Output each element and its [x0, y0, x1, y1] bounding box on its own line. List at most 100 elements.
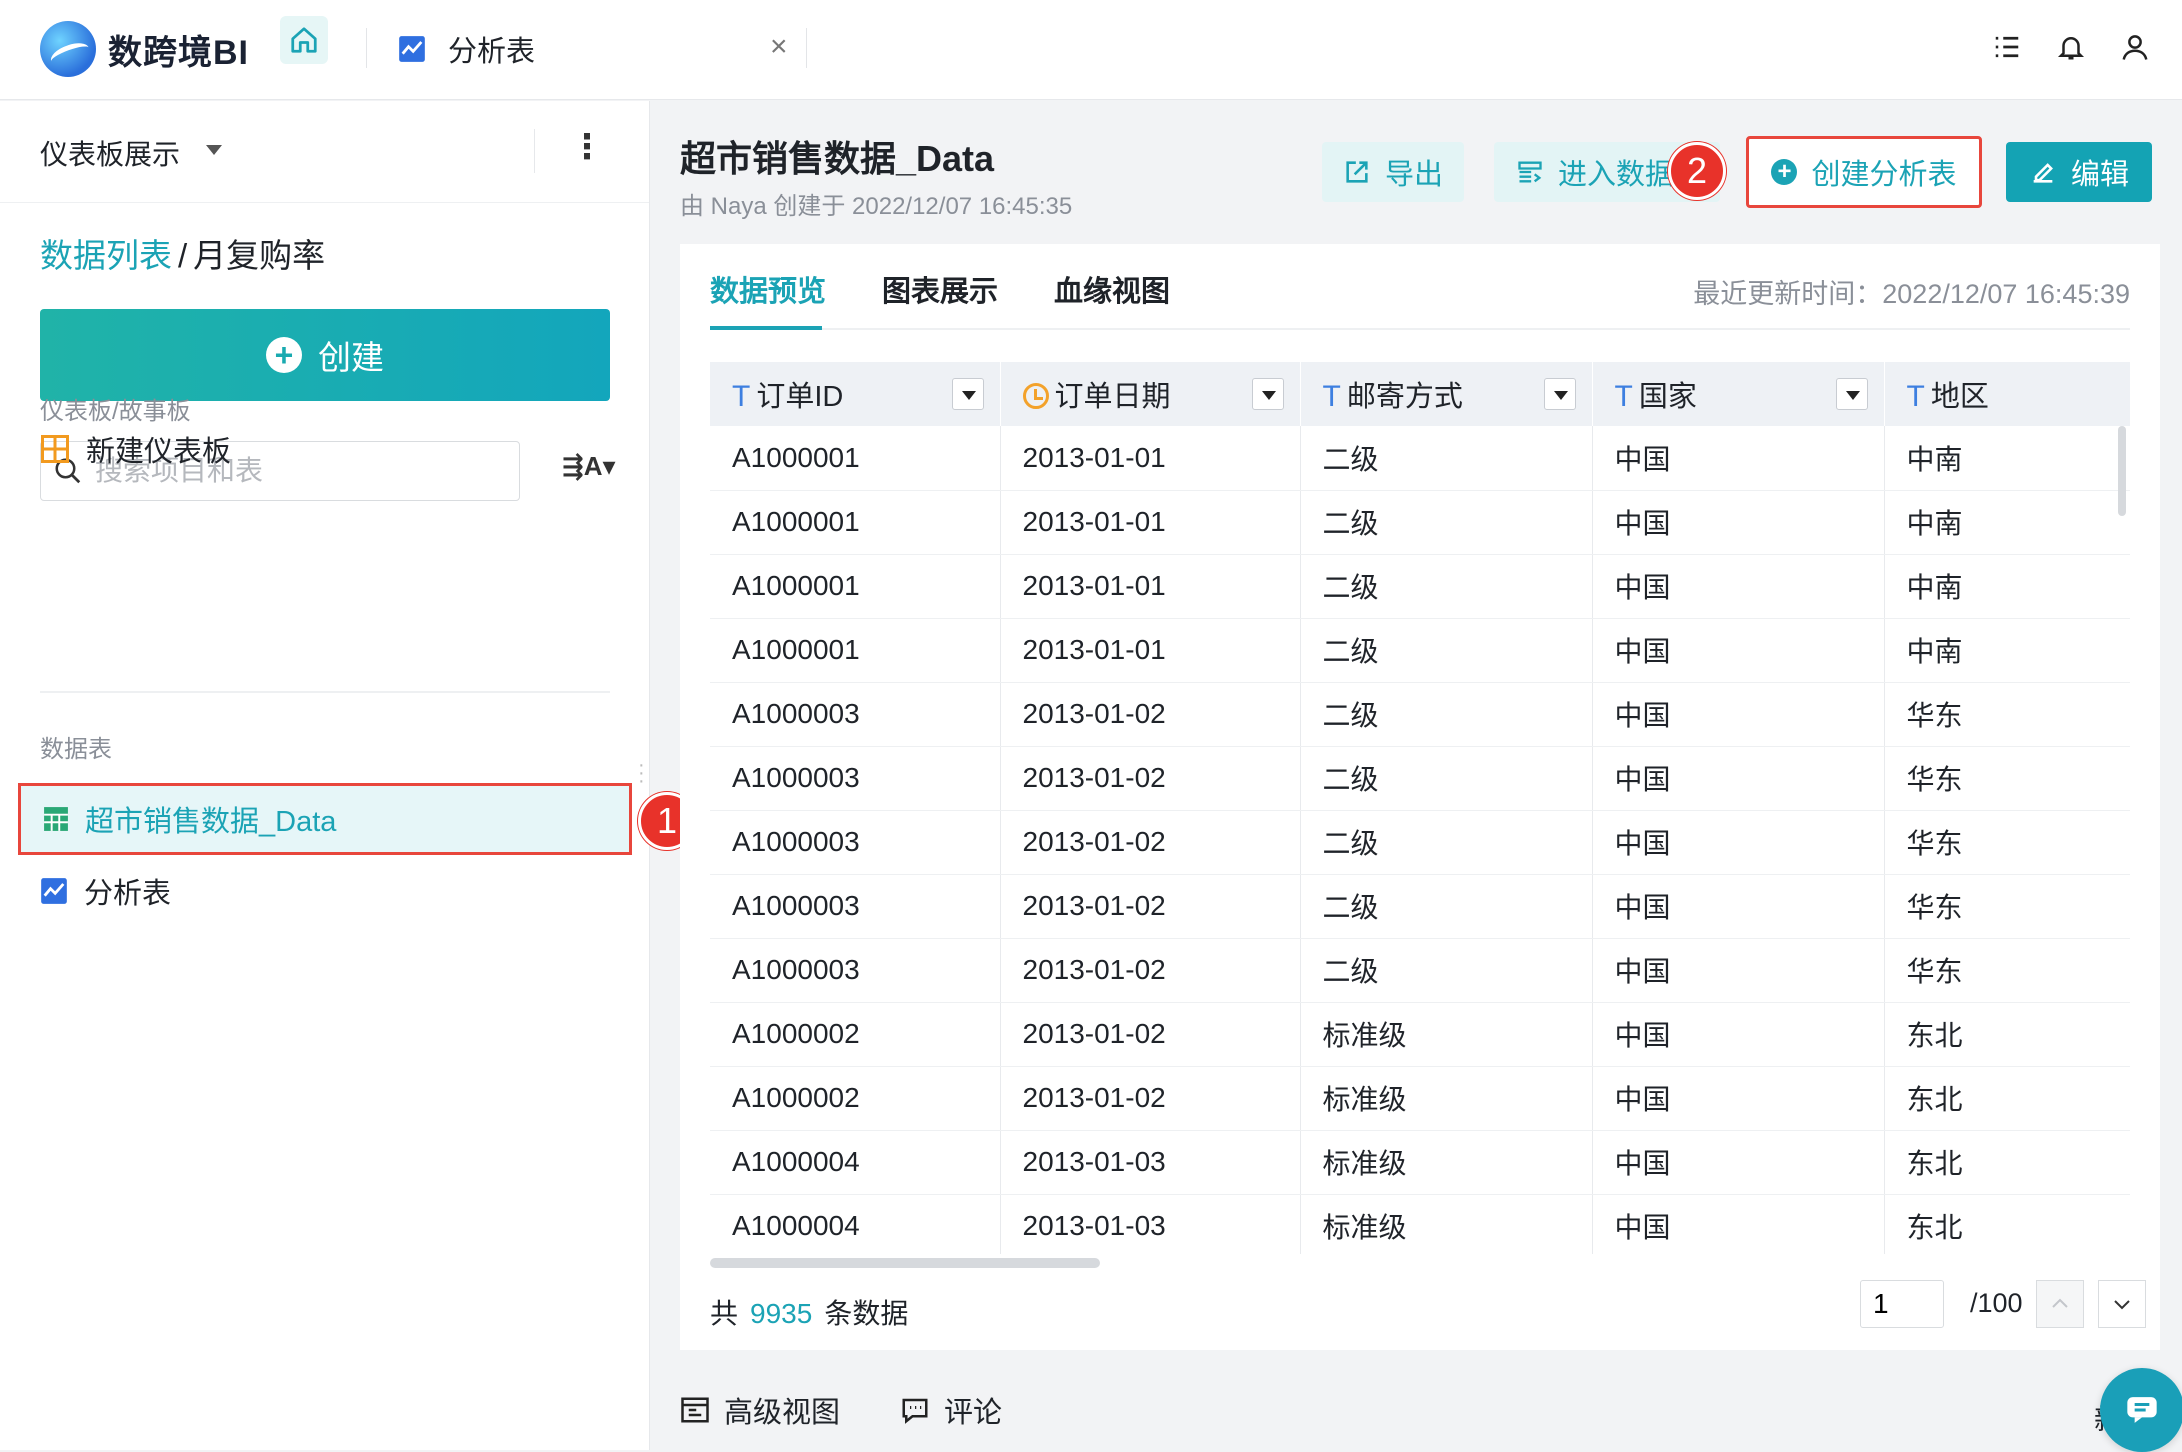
task-list-icon[interactable] — [1990, 30, 2024, 64]
caret-down-icon[interactable] — [206, 145, 222, 155]
create-button[interactable]: + 创建 — [40, 309, 610, 401]
sidebar: 仪表板展示 ⋮ 数据列表/月复购率 + 创建 ⇶A▾ 仪表板/故事板 新建仪表板… — [0, 101, 650, 1450]
bell-icon[interactable] — [2054, 30, 2088, 64]
export-button[interactable]: 导出 — [1322, 142, 1464, 202]
table-row[interactable]: A1000004 2013-01-03 标准级 中国 东北 — [710, 1130, 2130, 1195]
table-cell: 2013-01-02 — [1000, 938, 1301, 1003]
tab-chart-display[interactable]: 图表展示 — [882, 268, 998, 310]
table-cell: A1000002 — [710, 1002, 1001, 1067]
sort-icon[interactable]: ⇶A▾ — [562, 451, 616, 482]
table-cell: 2013-01-02 — [1000, 810, 1301, 875]
page-total: /100 — [1970, 1288, 2023, 1318]
table-cell: 二级 — [1300, 618, 1593, 683]
row-count-suffix: 条数据 — [824, 1298, 909, 1329]
chat-assistant-button[interactable] — [2100, 1368, 2182, 1452]
sidebar-item-sales-data[interactable]: 超市销售数据_Data — [18, 783, 632, 855]
column-header-order-date[interactable]: 订单日期 — [1000, 362, 1301, 426]
comments-label: 评论 — [944, 1397, 1003, 1429]
column-header-order-id[interactable]: T 订单ID — [710, 362, 1001, 426]
column-label: 国家 — [1638, 381, 1697, 413]
logo-icon — [40, 21, 96, 77]
create-analysis-button[interactable]: + 创建分析表 — [1746, 136, 1982, 208]
table-cell: 2013-01-03 — [1000, 1194, 1301, 1254]
active-tab-indicator — [710, 326, 822, 330]
app-logo[interactable]: 数跨境BI — [40, 14, 249, 84]
create-button-label: 创建 — [318, 339, 384, 376]
header-divider — [534, 129, 535, 173]
table-row[interactable]: A1000003 2013-01-02 二级 中国 华东 — [710, 682, 2130, 747]
horizontal-scrollbar[interactable] — [710, 1258, 1100, 1268]
chevron-up-icon — [2052, 1298, 2068, 1308]
table-row[interactable]: A1000004 2013-01-03 标准级 中国 东北 — [710, 1194, 2130, 1254]
column-header-ship-mode[interactable]: T 邮寄方式 — [1300, 362, 1593, 426]
column-dropdown-icon[interactable] — [951, 378, 984, 410]
table-cell: 中国 — [1592, 1130, 1885, 1195]
workspace-selector[interactable]: 仪表板展示 — [40, 133, 180, 173]
vertical-scrollbar[interactable] — [2118, 426, 2126, 516]
table-cell: 中国 — [1592, 874, 1885, 939]
column-header-region[interactable]: T 地区 — [1884, 362, 2130, 426]
table-row[interactable]: A1000003 2013-01-02 二级 中国 华东 — [710, 810, 2130, 875]
table-header-row: T 订单ID 订单日期 T 邮寄方式 T 国家 T 地区 — [710, 362, 2130, 426]
page-number-input[interactable] — [1860, 1280, 1944, 1328]
table-row[interactable]: A1000003 2013-01-02 二级 中国 华东 — [710, 938, 2130, 1003]
table-cell: 2013-01-02 — [1000, 1002, 1301, 1067]
column-dropdown-icon[interactable] — [1543, 378, 1576, 410]
breadcrumb-data-list[interactable]: 数据列表 — [40, 237, 172, 274]
text-type-icon: T — [732, 380, 751, 413]
table-row[interactable]: A1000001 2013-01-01 二级 中国 中南 — [710, 554, 2130, 619]
column-dropdown-icon[interactable] — [1251, 378, 1284, 410]
breadcrumb-separator: / — [178, 237, 188, 274]
row-count-number: 9935 — [750, 1298, 813, 1329]
user-icon[interactable] — [2118, 30, 2152, 64]
column-header-country[interactable]: T 国家 — [1592, 362, 1885, 426]
page-up-button[interactable] — [2036, 1280, 2084, 1328]
column-label: 订单ID — [756, 381, 844, 413]
comments-button[interactable]: 评论 — [900, 1380, 1002, 1440]
table-cell: 中国 — [1592, 490, 1885, 555]
table-row[interactable]: A1000001 2013-01-01 二级 中国 中南 — [710, 426, 2130, 491]
top-right-icons — [1990, 30, 2152, 64]
close-tab-icon[interactable]: × — [770, 30, 788, 64]
table-cell: 二级 — [1300, 554, 1593, 619]
plus-circle-icon: + — [1771, 159, 1798, 185]
step-badge-2: 2 — [1668, 142, 1726, 200]
advanced-view-button[interactable]: 高级视图 — [680, 1380, 840, 1440]
table-cell: 2013-01-01 — [1000, 618, 1301, 683]
sidebar-item-new-dashboard[interactable]: 新建仪表板 — [40, 421, 231, 477]
column-dropdown-icon[interactable] — [1835, 378, 1868, 410]
table-cell: 2013-01-02 — [1000, 1066, 1301, 1131]
table-row[interactable]: A1000001 2013-01-01 二级 中国 中南 — [710, 618, 2130, 683]
table-cell: 华东 — [1884, 874, 2130, 939]
table-row[interactable]: A1000002 2013-01-02 标准级 中国 东北 — [710, 1002, 2130, 1067]
page-down-button[interactable] — [2098, 1280, 2146, 1328]
tab-lineage-view[interactable]: 血缘视图 — [1054, 268, 1170, 310]
table-cell: A1000001 — [710, 426, 1001, 491]
table-row[interactable]: A1000003 2013-01-02 二级 中国 华东 — [710, 874, 2130, 939]
tab-data-preview[interactable]: 数据预览 — [710, 268, 826, 310]
table-cell: 二级 — [1300, 490, 1593, 555]
tab-analysis[interactable]: 分析表 — [398, 24, 535, 74]
advanced-view-label: 高级视图 — [724, 1397, 841, 1429]
table-cell: 华东 — [1884, 746, 2130, 811]
resize-handle[interactable]: · · · — [638, 755, 645, 791]
section-label-tables: 数据表 — [40, 736, 112, 763]
table-cell: 2013-01-02 — [1000, 682, 1301, 747]
table-icon — [44, 807, 68, 831]
chat-icon — [2127, 1397, 2157, 1423]
table-row[interactable]: A1000002 2013-01-02 标准级 中国 东北 — [710, 1066, 2130, 1131]
table-row[interactable]: A1000003 2013-01-02 二级 中国 华东 — [710, 746, 2130, 811]
table-cell: 二级 — [1300, 810, 1593, 875]
table-row[interactable]: A1000001 2013-01-01 二级 中国 中南 — [710, 490, 2130, 555]
more-vertical-icon[interactable]: ⋮ — [570, 127, 604, 167]
sidebar-item-label: 分析表 — [84, 878, 172, 910]
trend-chart-icon — [41, 878, 67, 904]
row-count: 共 9935 条数据 — [710, 1292, 908, 1332]
content-panel: 数据预览 图表展示 血缘视图 最近更新时间：2022/12/07 16:45:3… — [680, 244, 2160, 1350]
table-cell: A1000004 — [710, 1194, 1001, 1254]
edit-label: 编辑 — [2070, 159, 2129, 191]
home-button[interactable] — [280, 16, 328, 64]
edit-button[interactable]: 编辑 — [2006, 142, 2152, 202]
sidebar-item-analysis[interactable]: 分析表 — [40, 863, 171, 919]
table-cell: 中南 — [1884, 618, 2130, 683]
